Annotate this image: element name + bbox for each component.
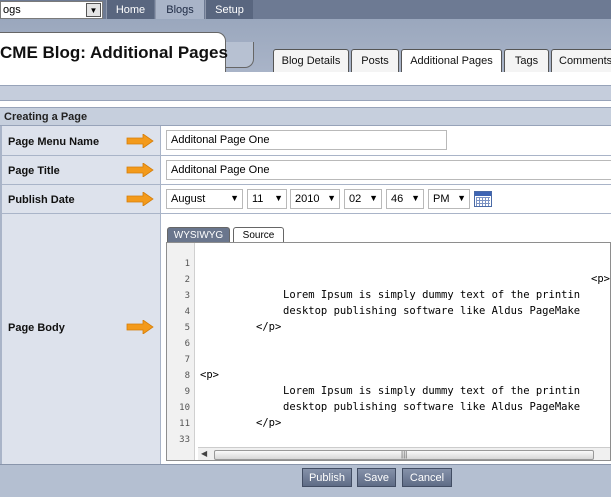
divider (0, 86, 611, 101)
field-label: Page Title (8, 165, 60, 177)
nav-blogs[interactable]: Blogs (155, 0, 204, 19)
chevron-down-icon: ▼ (327, 193, 336, 203)
title-tab-shadow (224, 42, 254, 68)
form-row-page-title: Page Title Additonal Page One (0, 156, 611, 185)
tab-additional-pages[interactable]: Additional Pages (401, 49, 502, 72)
code-line: desktop publishing software like Aldus P… (283, 401, 581, 413)
arrow-right-icon (126, 163, 154, 177)
horizontal-scrollbar[interactable]: ◀ ||| (198, 447, 610, 460)
line-number: 7 (184, 355, 190, 365)
year-value: 2010 (295, 193, 320, 205)
nav-home[interactable]: Home (106, 0, 154, 19)
chevron-down-icon: ▼ (274, 193, 283, 203)
chevron-down-icon: ▼ (411, 193, 420, 203)
month-select[interactable]: August ▼ (166, 189, 243, 209)
ampm-select[interactable]: PM ▼ (428, 189, 470, 209)
source-code-editor[interactable]: 1 2 3 4 5 6 7 8 9 10 11 33 <p> Lorem Ips… (166, 242, 611, 461)
line-number: 1 (184, 259, 190, 269)
grip-icon: ||| (401, 450, 408, 459)
line-number: 5 (184, 323, 190, 333)
line-number: 9 (184, 387, 190, 397)
action-bar: Publish Save Cancel (0, 464, 611, 497)
hour-value: 02 (349, 193, 362, 205)
line-number: 33 (179, 435, 190, 445)
page-title: CME Blog: Additional Pages (0, 43, 228, 62)
tab-posts[interactable]: Posts (351, 49, 399, 72)
cancel-button[interactable]: Cancel (402, 468, 452, 487)
line-number: 4 (184, 307, 190, 317)
ampm-value: PM (433, 193, 450, 205)
chevron-down-icon: ▼ (457, 193, 466, 203)
calendar-icon[interactable] (474, 191, 492, 207)
page-title-input[interactable]: Additonal Page One (166, 160, 611, 180)
code-line: Lorem Ipsum is simply dummy text of the … (283, 385, 581, 397)
month-value: August (171, 193, 206, 205)
tab-source[interactable]: Source (233, 227, 284, 242)
day-value: 11 (252, 193, 264, 205)
section-title: Creating a Page (4, 111, 88, 123)
arrow-right-icon (126, 134, 154, 148)
tab-wysiwyg[interactable]: WYSIWYG (167, 227, 230, 242)
tab-blog-details[interactable]: Blog Details (273, 49, 349, 72)
chevron-down-icon[interactable]: ▼ (86, 3, 101, 17)
code-line: desktop publishing software like Aldus P… (283, 305, 581, 317)
scrollbar-thumb[interactable]: ||| (214, 450, 594, 460)
arrow-right-icon (126, 320, 154, 334)
field-label: Page Menu Name (8, 136, 100, 148)
day-select[interactable]: 11 ▼ (247, 189, 287, 209)
tab-comments[interactable]: Comments (551, 49, 611, 72)
nav-setup[interactable]: Setup (205, 0, 253, 19)
line-number-gutter: 1 2 3 4 5 6 7 8 9 10 11 33 (167, 243, 195, 460)
form-row-menu-name: Page Menu Name Additonal Page One (0, 126, 611, 156)
label-cell: Publish Date (0, 185, 161, 213)
line-number: 3 (184, 291, 190, 301)
section-header: Creating a Page (0, 107, 611, 126)
minute-value: 46 (391, 193, 404, 205)
label-cell: Page Menu Name (0, 126, 161, 155)
field-label: Publish Date (8, 194, 75, 206)
blog-select-value: ogs (3, 4, 21, 16)
minute-select[interactable]: 46 ▼ (386, 189, 424, 209)
line-number: 8 (184, 371, 190, 381)
tab-tags[interactable]: Tags (504, 49, 549, 72)
form-row-publish-date: Publish Date August ▼ 11 ▼ 2010 ▼ 02 ▼ 4… (0, 185, 611, 214)
code-line: <p> (200, 369, 219, 381)
page-menu-name-input[interactable]: Additonal Page One (166, 130, 447, 150)
line-number: 6 (184, 339, 190, 349)
year-select[interactable]: 2010 ▼ (290, 189, 340, 209)
field-label: Page Body (8, 322, 65, 334)
code-line: <p> (591, 273, 610, 285)
top-navigation-bar: ogs ▼ Home Blogs Setup (0, 0, 611, 19)
scroll-left-icon[interactable]: ◀ (201, 449, 207, 458)
divider (0, 72, 611, 86)
label-cell: Page Title (0, 156, 161, 184)
code-line: </p> (256, 417, 282, 429)
publish-button[interactable]: Publish (302, 468, 352, 487)
arrow-right-icon (126, 192, 154, 206)
save-button[interactable]: Save (357, 468, 396, 487)
hour-select[interactable]: 02 ▼ (344, 189, 382, 209)
line-number: 11 (179, 419, 190, 429)
line-number: 2 (184, 275, 190, 285)
code-line: Lorem Ipsum is simply dummy text of the … (283, 289, 581, 301)
chevron-down-icon: ▼ (230, 193, 239, 203)
label-cell: Page Body (0, 214, 161, 464)
chevron-down-icon: ▼ (369, 193, 378, 203)
code-line: </p> (256, 321, 282, 333)
page-form: Page Menu Name Additonal Page One Page T… (0, 126, 611, 464)
blog-select-dropdown[interactable]: ogs ▼ (0, 1, 103, 19)
line-number: 10 (179, 403, 190, 413)
